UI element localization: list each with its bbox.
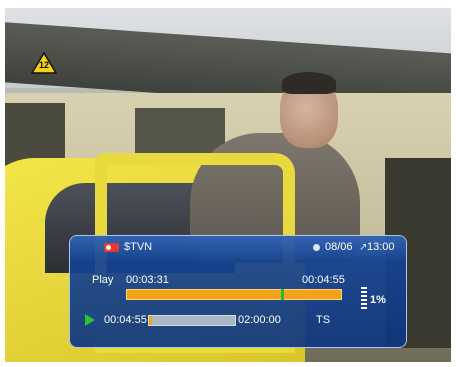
date-label: 08/06: [325, 241, 353, 253]
age-rating-label: 12: [38, 60, 49, 70]
playback-progress-bar[interactable]: [126, 289, 342, 300]
timeshift-end: 02:00:00: [238, 314, 281, 326]
age-rating-icon: 12: [30, 51, 58, 74]
channel-name: $TVN: [124, 241, 153, 253]
play-status-label: Play: [92, 274, 114, 286]
current-position: 00:03:31: [126, 274, 169, 286]
total-duration: 00:04:55: [302, 274, 345, 286]
scene-person-hair: [282, 72, 336, 94]
buffer-percent: 1%: [370, 294, 386, 306]
panel-header: [70, 236, 406, 260]
play-icon[interactable]: [85, 314, 95, 326]
timeshift-label: TS: [316, 314, 331, 326]
timeshift-bar[interactable]: [148, 315, 236, 326]
progress-marker[interactable]: [281, 289, 285, 300]
playback-info-panel: $TVN 08/06 ↗ 13:00 Play 00:03:31 00:04:5…: [69, 235, 407, 348]
record-icon: [104, 243, 119, 252]
clock-icon: [313, 244, 320, 251]
timeshift-start: 00:04:55: [104, 314, 147, 326]
video-frame: 12 $TVN 08/06 ↗ 13:00 Play 00:03:31 00:0…: [5, 8, 451, 362]
buffer-level-icon: [361, 287, 367, 311]
timeshift-fill: [149, 316, 153, 325]
time-label: 13:00: [367, 241, 395, 253]
